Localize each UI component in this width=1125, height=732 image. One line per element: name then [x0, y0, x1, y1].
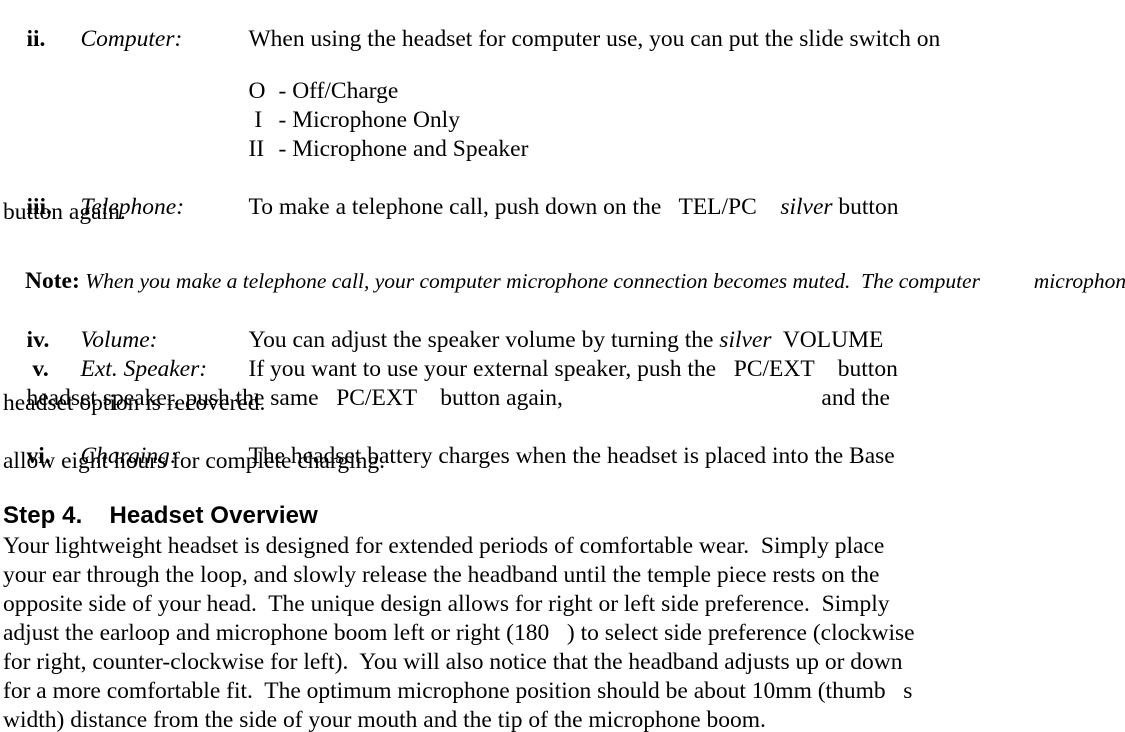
list-body-ext-speaker-continuation-2: headset option is recovered. [3, 390, 266, 416]
switch-separator-mic-speaker: - [278, 135, 293, 162]
paragraph-line-3: adjust the earloop and microphone boom l… [3, 620, 915, 646]
list-body-telephone-silver: silver [780, 193, 833, 220]
ext-speaker-continuation-post: button again, and the [416, 384, 890, 411]
list-item-computer: ii. Computer: When using the headset for c… [3, 4, 941, 75]
list-body-computer: When using the headset for computer use,… [248, 25, 941, 52]
list-term-computer: Computer: [80, 25, 183, 52]
paragraph-line-1: your ear through the loop, and slowly re… [3, 562, 880, 588]
switch-symbol-mic-speaker: II [248, 135, 265, 162]
paragraph-line-2: opposite side of your head. The unique d… [3, 591, 890, 617]
list-body-charging-continuation: allow eight hours for complete charging. [3, 448, 385, 474]
document-page: ii. Computer: When using the headset for c… [0, 0, 1125, 732]
note-text: When you make a telephone call, your com… [79, 269, 1125, 293]
note-label: Note: [25, 268, 80, 294]
list-body-telephone-post: button [832, 193, 899, 220]
button-name-pc-ext-2: PC/EXT [336, 384, 417, 411]
paragraph-line-5: for a more comfortable fit. The optimum … [3, 678, 913, 704]
list-item-telephone: iii. Telephone: To make a telephone call, … [3, 172, 899, 243]
list-numeral-ii: ii. [26, 25, 46, 52]
paragraph-line-4: for right, counter-clockwise for left). … [3, 649, 903, 675]
list-body-telephone-gap [757, 194, 781, 220]
paragraph-line-0: Your lightweight headset is designed for… [3, 533, 885, 559]
section-heading-step-4: Step 4. Headset Overview [3, 502, 318, 529]
switch-label-mic-speaker: Microphone and Speaker [292, 135, 529, 162]
list-body-telephone-continuation: button again. [3, 199, 126, 225]
list-body-telephone-pre: To make a telephone call, push down on t… [248, 193, 679, 220]
paragraph-line-6: width) distance from the side of your mo… [3, 707, 766, 732]
button-name-tel-pc: TEL/PC [678, 193, 757, 220]
